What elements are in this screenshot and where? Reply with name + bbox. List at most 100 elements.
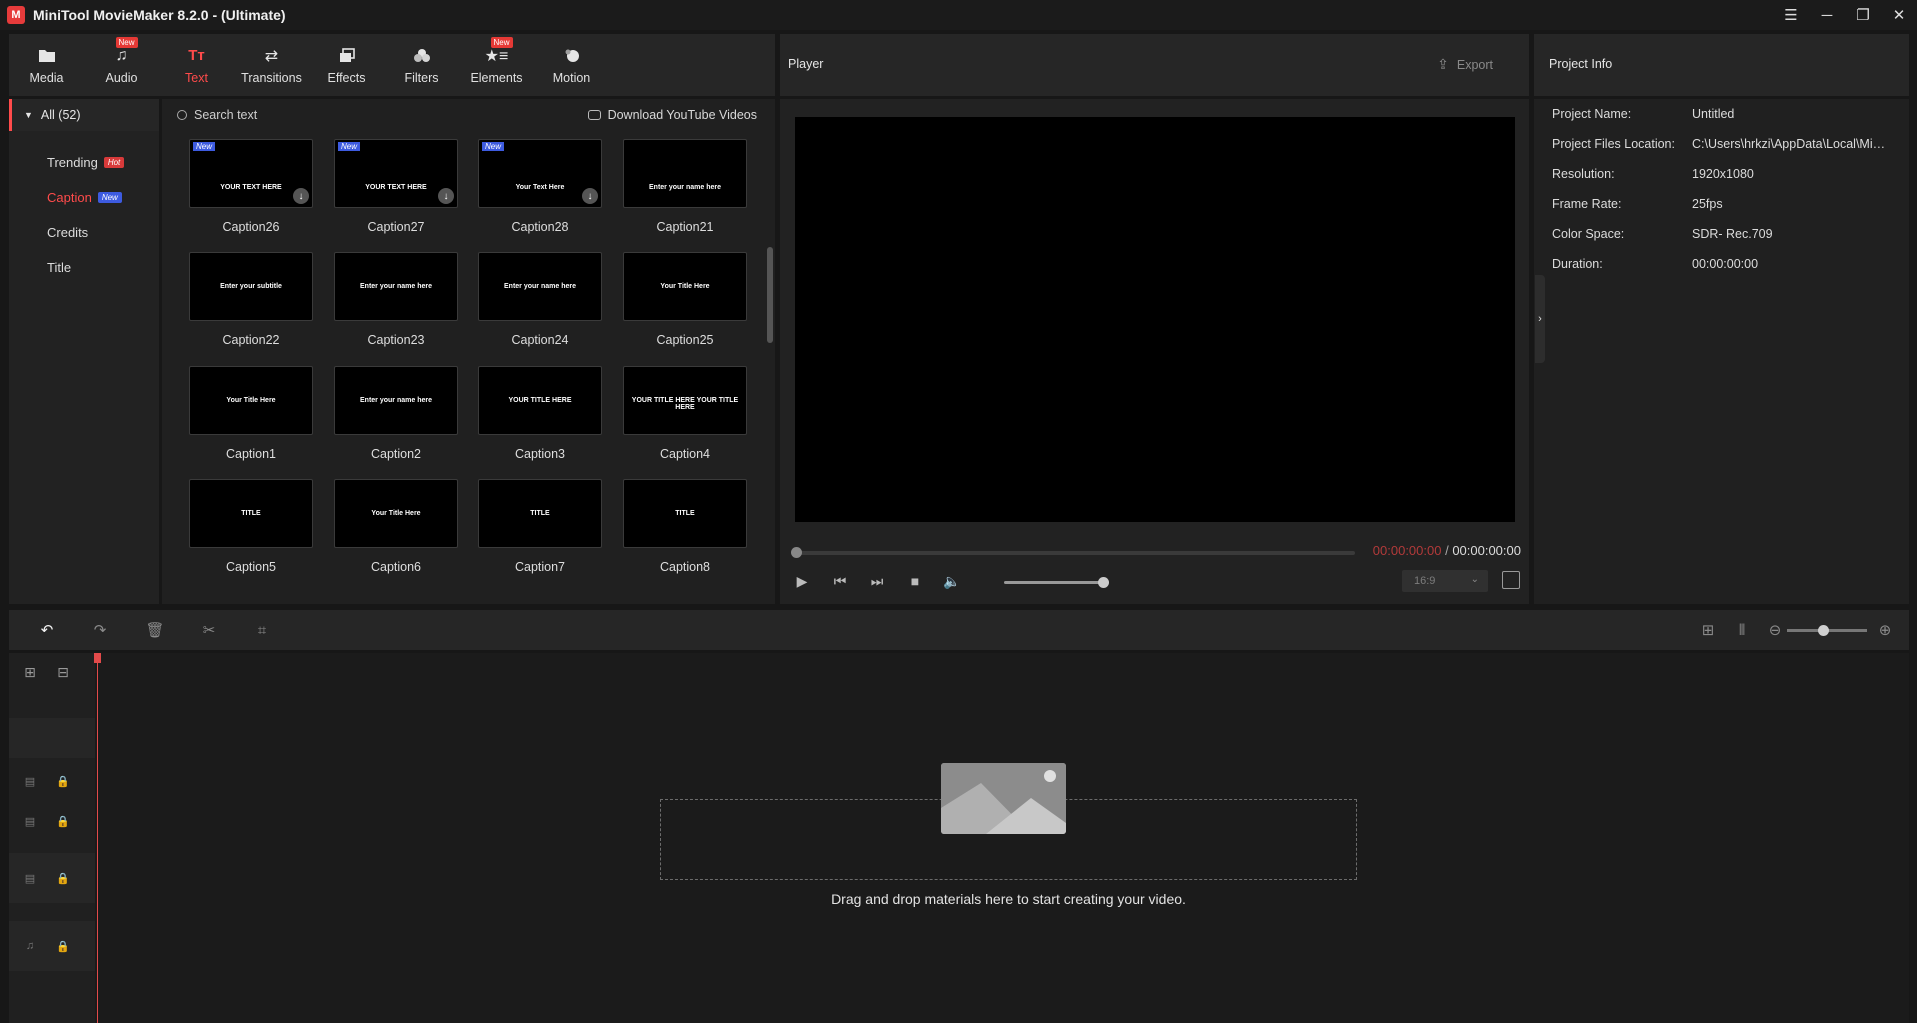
redo-icon[interactable]: ↷ bbox=[90, 620, 110, 640]
snap-icon[interactable]: ⦀ bbox=[1732, 620, 1752, 640]
remove-track-icon[interactable]: ⊟ bbox=[56, 664, 70, 680]
caption-thumbnail[interactable]: Your Title Here bbox=[189, 366, 313, 435]
caption-card[interactable]: Enter your name here Caption21 bbox=[623, 139, 747, 239]
caption-thumbnail[interactable]: TITLE bbox=[189, 479, 313, 548]
thumbnail-preview-text: TITLE bbox=[241, 510, 261, 517]
caption-card[interactable]: Enter your name here Caption24 bbox=[478, 252, 602, 352]
caption-thumbnail[interactable]: Your Title Here bbox=[623, 252, 747, 321]
caption-thumbnail[interactable]: Enter your name here bbox=[334, 252, 458, 321]
caption-thumbnail[interactable]: TITLE bbox=[623, 479, 747, 548]
collapse-panel-toggle[interactable]: › bbox=[1535, 275, 1545, 363]
caption-card[interactable]: TITLE Caption5 bbox=[189, 479, 313, 579]
delete-icon[interactable]: 🗑 bbox=[145, 620, 165, 640]
download-youtube-link[interactable]: Download YouTube Videos bbox=[587, 108, 757, 122]
caption-thumbnail[interactable]: Enter your name here bbox=[334, 366, 458, 435]
toolbar-filters[interactable]: Filters bbox=[384, 34, 459, 96]
search-input[interactable]: Search text bbox=[177, 108, 257, 122]
text-library: Search text Download YouTube Videos YOUR… bbox=[162, 99, 775, 604]
category-credits[interactable]: Credits bbox=[9, 215, 159, 250]
caption-thumbnail[interactable]: TITLE bbox=[478, 479, 602, 548]
toolbar-audio[interactable]: New ♫ Audio bbox=[84, 34, 159, 96]
caption-card[interactable]: Your Title Here Caption1 bbox=[189, 366, 313, 466]
toolbar-text[interactable]: Tт Text bbox=[159, 34, 234, 96]
volume-slider[interactable] bbox=[1004, 577, 1109, 588]
timeline-area: ⊞ ⊟ ▤ 🔒 ▤ 🔒 ▤ 🔒 ♫ 🔒 Drag and drop materi… bbox=[9, 653, 1909, 1023]
new-badge: New bbox=[97, 192, 122, 203]
zoom-knob[interactable] bbox=[1818, 625, 1829, 636]
caption-card[interactable]: Enter your subtitle Caption22 bbox=[189, 252, 313, 352]
caption-card[interactable]: TITLE Caption7 bbox=[478, 479, 602, 579]
caption-thumbnail[interactable]: YOUR TEXT HERE New ↓ bbox=[189, 139, 313, 208]
lock-icon[interactable]: 🔒 bbox=[56, 871, 70, 885]
caption-card[interactable]: Your Text Here New ↓ Caption28 bbox=[478, 139, 602, 239]
next-frame-icon[interactable]: ⏭ bbox=[867, 571, 887, 591]
playhead[interactable] bbox=[94, 653, 101, 1023]
toolbar-media[interactable]: Media bbox=[9, 34, 84, 96]
caption-thumbnail[interactable]: Your Text Here New ↓ bbox=[478, 139, 602, 208]
caption-card[interactable]: TITLE Caption8 bbox=[623, 479, 747, 579]
caption-card[interactable]: YOUR TEXT HERE New ↓ Caption26 bbox=[189, 139, 313, 239]
caption-thumbnail[interactable]: Enter your name here bbox=[478, 252, 602, 321]
caption-card[interactable]: YOUR TEXT HERE New ↓ Caption27 bbox=[334, 139, 458, 239]
volume-knob[interactable] bbox=[1098, 577, 1109, 588]
toolbar-effects[interactable]: Effects bbox=[309, 34, 384, 96]
download-icon[interactable]: ↓ bbox=[582, 188, 598, 204]
restore-icon[interactable]: ❐ bbox=[1845, 0, 1881, 30]
caption-card[interactable]: Your Title Here Caption6 bbox=[334, 479, 458, 579]
caption-card[interactable]: YOUR TITLE HERE Caption3 bbox=[478, 366, 602, 466]
category-title[interactable]: Title bbox=[9, 250, 159, 285]
caption-card[interactable]: Your Title Here Caption25 bbox=[623, 252, 747, 352]
caption-thumbnail[interactable]: Your Title Here bbox=[334, 479, 458, 548]
library-scrollbar[interactable] bbox=[767, 247, 773, 343]
info-value: 25fps bbox=[1692, 197, 1723, 211]
lock-icon[interactable]: 🔒 bbox=[56, 814, 70, 828]
split-scissors-icon[interactable]: ✂ bbox=[199, 620, 219, 640]
previous-frame-icon[interactable]: ⏮ bbox=[830, 571, 850, 591]
toolbar-motion[interactable]: Motion bbox=[534, 34, 609, 96]
zoom-in-icon[interactable]: ⊕ bbox=[1875, 620, 1895, 640]
toolbar-elements[interactable]: New ★≡ Elements bbox=[459, 34, 534, 96]
lock-icon[interactable]: 🔒 bbox=[56, 774, 70, 788]
progress-knob[interactable] bbox=[791, 547, 802, 558]
close-icon[interactable]: ✕ bbox=[1881, 0, 1917, 30]
category-all[interactable]: ▼ All (52) bbox=[9, 99, 159, 131]
aspect-ratio-select[interactable]: 16:9 ⌄ bbox=[1402, 570, 1488, 592]
minimize-icon[interactable]: ─ bbox=[1809, 0, 1845, 30]
caption-card[interactable]: Enter your name here Caption23 bbox=[334, 252, 458, 352]
export-button[interactable]: ⇪ Export bbox=[1437, 56, 1493, 73]
info-key: Frame Rate: bbox=[1552, 197, 1622, 211]
caption-card[interactable]: YOUR TITLE HERE YOUR TITLE HERE Caption4 bbox=[623, 366, 747, 466]
chevron-right-icon: › bbox=[1538, 313, 1542, 325]
caption-card[interactable]: Enter your name here Caption2 bbox=[334, 366, 458, 466]
caption-thumbnail[interactable]: YOUR TITLE HERE YOUR TITLE HERE bbox=[623, 366, 747, 435]
fullscreen-icon[interactable] bbox=[1502, 571, 1520, 589]
add-track-icon[interactable]: ⊞ bbox=[23, 664, 37, 680]
zoom-out-icon[interactable]: ⊖ bbox=[1765, 620, 1785, 640]
info-value: Untitled bbox=[1692, 107, 1735, 121]
preview-screen[interactable] bbox=[795, 117, 1515, 522]
caption-thumbnail[interactable]: YOUR TEXT HERE New ↓ bbox=[334, 139, 458, 208]
toolbar-transitions[interactable]: ⇄ Transitions bbox=[234, 34, 309, 96]
download-icon[interactable]: ↓ bbox=[438, 188, 454, 204]
volume-icon[interactable]: 🔈 bbox=[942, 571, 962, 591]
timeline-zoom-slider[interactable] bbox=[1787, 625, 1867, 636]
lock-icon[interactable]: 🔒 bbox=[56, 939, 70, 953]
fit-timeline-icon[interactable]: ⊞ bbox=[1698, 620, 1718, 640]
undo-icon[interactable]: ↶ bbox=[37, 620, 57, 640]
caption-thumbnail[interactable]: Enter your subtitle bbox=[189, 252, 313, 321]
playback-progress-bar[interactable] bbox=[791, 547, 1355, 558]
play-icon[interactable]: ▶ bbox=[792, 571, 812, 591]
caption-thumbnail[interactable]: Enter your name here bbox=[623, 139, 747, 208]
hot-badge: Hot bbox=[103, 157, 125, 168]
menu-icon[interactable]: ☰ bbox=[1773, 0, 1809, 30]
info-row-location: Project Files Location: C:\Users\hrkzi\A… bbox=[1552, 137, 1902, 151]
category-caption[interactable]: Caption New bbox=[9, 180, 159, 215]
download-icon[interactable]: ↓ bbox=[293, 188, 309, 204]
caption-thumbnail[interactable]: YOUR TITLE HERE bbox=[478, 366, 602, 435]
category-trending[interactable]: Trending Hot bbox=[9, 145, 159, 180]
crop-icon[interactable]: ⌗ bbox=[252, 620, 272, 640]
toolbar-label: Media bbox=[29, 70, 64, 85]
stop-icon[interactable]: ■ bbox=[905, 571, 925, 591]
playhead-handle[interactable] bbox=[94, 653, 101, 663]
app-logo-icon: M bbox=[7, 6, 25, 24]
